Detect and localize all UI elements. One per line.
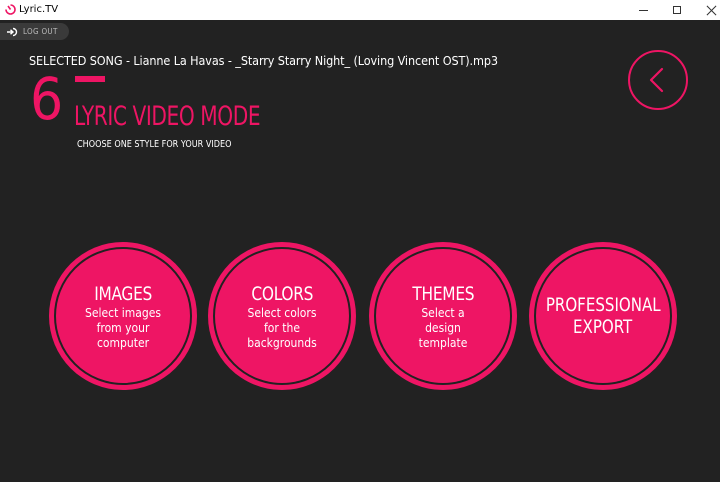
professional-export-option-button[interactable]: PROFESSIONAL EXPORT	[529, 242, 677, 390]
close-button[interactable]	[694, 0, 720, 20]
option-description-line: Select a	[421, 305, 465, 320]
themes-option-button[interactable]: THEMES Select a design template	[369, 242, 517, 390]
selected-song-text: SELECTED SONG - Lianne La Havas - _Starr…	[29, 53, 498, 68]
window-titlebar: Lyric.TV	[0, 0, 720, 20]
option-title: THEMES	[412, 282, 474, 305]
logout-label: LOG OUT	[23, 27, 58, 36]
option-description-line: for the	[264, 320, 300, 335]
page-subtitle: CHOOSE ONE STYLE FOR YOUR VIDEO	[77, 139, 232, 150]
window-title: Lyric.TV	[19, 4, 59, 15]
page-title: LYRIC VIDEO MODE	[74, 101, 261, 132]
logout-button[interactable]: LOG OUT	[0, 23, 69, 40]
maximize-icon	[673, 6, 681, 14]
close-icon	[706, 5, 717, 16]
step-number: 6	[30, 65, 64, 133]
logout-icon	[7, 27, 18, 36]
minimize-button[interactable]	[626, 0, 660, 20]
images-option-button[interactable]: IMAGES Select images from your computer	[49, 242, 197, 390]
colors-option-button[interactable]: COLORS Select colors for the backgrounds	[208, 242, 356, 390]
option-description-line: design	[425, 320, 461, 335]
back-button[interactable]	[628, 50, 688, 110]
option-description-line: backgrounds	[247, 335, 317, 350]
option-title-line: PROFESSIONAL	[545, 294, 661, 316]
option-description-line: Select colors	[247, 305, 317, 320]
minimize-icon	[638, 9, 648, 11]
maximize-button[interactable]	[660, 0, 694, 20]
option-description-line: from your	[96, 320, 150, 335]
option-title: IMAGES	[94, 282, 152, 305]
option-description-line: template	[418, 335, 468, 350]
lyric-tv-logo-icon	[5, 4, 16, 15]
chevron-left-icon	[649, 67, 664, 93]
option-title-line: EXPORT	[573, 316, 633, 338]
step-indicator-bar	[75, 76, 105, 82]
option-description-line: computer	[96, 335, 150, 350]
option-title: COLORS	[251, 282, 313, 305]
option-description-line: Select images	[85, 305, 161, 320]
